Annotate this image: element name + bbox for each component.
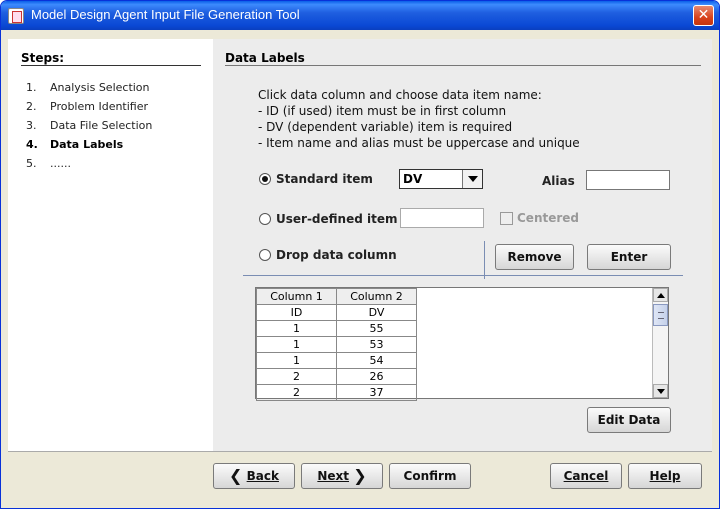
separator	[243, 275, 683, 276]
step-item: 5.......	[26, 157, 71, 170]
data-labels-panel: Data Labels Click data column and choose…	[213, 39, 712, 451]
enter-button[interactable]: Enter	[587, 244, 671, 270]
standard-item-label: Standard item	[276, 172, 373, 186]
table-cell[interactable]: 53	[336, 336, 417, 353]
step-label: ......	[50, 157, 71, 170]
table-cell[interactable]: 2	[256, 368, 337, 385]
table-cell[interactable]: 1	[256, 320, 337, 337]
table-row[interactable]: ID DV	[256, 304, 417, 321]
app-icon	[8, 8, 24, 24]
title-bar[interactable]: Model Design Agent Input File Generation…	[1, 1, 719, 30]
step-item: 3. Data File Selection	[26, 119, 152, 132]
help-label: Help	[649, 469, 681, 483]
step-number: 2.	[26, 100, 37, 113]
column-header[interactable]: Column 1	[256, 288, 337, 305]
instruction-line: - Item name and alias must be uppercase …	[258, 136, 580, 150]
chevron-right-icon: ❯	[353, 466, 367, 485]
confirm-button[interactable]: Confirm	[389, 463, 471, 489]
step-number: 5.	[26, 157, 37, 170]
drop-data-column-radio[interactable]	[259, 249, 271, 261]
table-cell[interactable]: 55	[336, 320, 417, 337]
back-label: Back	[246, 469, 279, 483]
table-cell[interactable]: ID	[256, 304, 337, 321]
standard-item-select[interactable]: DV	[399, 169, 483, 189]
table-cell[interactable]: 54	[336, 352, 417, 369]
column-header[interactable]: Column 2	[336, 288, 417, 305]
standard-item-radio[interactable]	[259, 173, 271, 185]
chevron-left-icon: ❮	[229, 466, 243, 485]
data-table[interactable]: Column 1 Column 2 ID DV 1 55 1 53 1 54 2 26 2…	[255, 287, 669, 401]
standard-item-value: DV	[403, 172, 423, 186]
table-cell[interactable]: DV	[336, 304, 417, 321]
next-button[interactable]: Next ❯	[301, 463, 383, 489]
table-row[interactable]: 1 54	[256, 352, 417, 369]
instruction-line: - ID (if used) item must be in first col…	[258, 104, 507, 118]
window-title: Model Design Agent Input File Generation…	[31, 7, 300, 22]
user-defined-item-input[interactable]	[400, 208, 484, 228]
user-defined-item-radio[interactable]	[259, 213, 271, 225]
step-number: 3.	[26, 119, 37, 132]
table-header-row: Column 1 Column 2	[256, 288, 417, 305]
cancel-button[interactable]: Cancel	[550, 463, 622, 489]
scroll-down-icon[interactable]	[653, 384, 668, 398]
table-cell[interactable]: 2	[256, 384, 337, 401]
alias-input[interactable]	[586, 170, 670, 190]
steps-divider	[21, 65, 201, 66]
step-label: Data Labels	[50, 138, 124, 151]
edit-data-button[interactable]: Edit Data	[587, 407, 671, 433]
cancel-label: Cancel	[563, 469, 609, 483]
step-number: 1.	[26, 81, 37, 94]
section-title: Data Labels	[225, 51, 305, 65]
table-cell[interactable]: 1	[256, 336, 337, 353]
step-label: Analysis Selection	[50, 81, 150, 94]
table-row[interactable]: 1 53	[256, 336, 417, 353]
content-area: Steps: 1. Analysis Selection 2. Problem Id…	[1, 30, 719, 508]
steps-heading: Steps:	[21, 51, 65, 65]
table-row[interactable]: 2 26	[256, 368, 417, 385]
table-row[interactable]: 2 37	[256, 384, 417, 401]
footer-divider	[8, 451, 712, 452]
step-label: Problem Identifier	[50, 100, 149, 113]
separator	[484, 241, 485, 279]
scroll-up-icon[interactable]	[653, 288, 668, 302]
table-cell[interactable]: 1	[256, 352, 337, 369]
step-item-active: 4. Data Labels	[26, 138, 123, 151]
step-item: 2. Problem Identifier	[26, 100, 148, 113]
drop-data-column-label: Drop data column	[276, 248, 397, 262]
back-button[interactable]: ❮ Back	[213, 463, 295, 489]
instruction-line: Click data column and choose data item n…	[258, 88, 542, 102]
section-divider	[225, 65, 701, 66]
instruction-line: - DV (dependent variable) item is requir…	[258, 120, 513, 134]
scroll-thumb[interactable]	[653, 304, 668, 326]
centered-checkbox[interactable]	[500, 212, 513, 225]
step-number: 4.	[26, 138, 38, 151]
data-grid[interactable]: Column 1 Column 2 ID DV 1 55 1 53 1 54 2 26 2…	[256, 288, 417, 401]
steps-panel: Steps: 1. Analysis Selection 2. Problem Id…	[8, 39, 213, 451]
next-label: Next	[317, 469, 350, 483]
main-window: Model Design Agent Input File Generation…	[0, 0, 720, 509]
step-label: Data File Selection	[50, 119, 153, 132]
remove-button[interactable]: Remove	[495, 244, 574, 270]
table-cell[interactable]: 26	[336, 368, 417, 385]
vertical-scrollbar[interactable]	[652, 288, 668, 398]
alias-label: Alias	[542, 174, 575, 188]
table-row[interactable]: 1 55	[256, 320, 417, 337]
dropdown-arrow-icon[interactable]	[462, 170, 482, 188]
centered-label: Centered	[517, 211, 580, 225]
user-defined-item-label: User-defined item	[276, 212, 398, 226]
step-item: 1. Analysis Selection	[26, 81, 150, 94]
table-cell[interactable]: 37	[336, 384, 417, 401]
help-button[interactable]: Help	[628, 463, 702, 489]
close-button[interactable]: ✕	[693, 5, 714, 26]
